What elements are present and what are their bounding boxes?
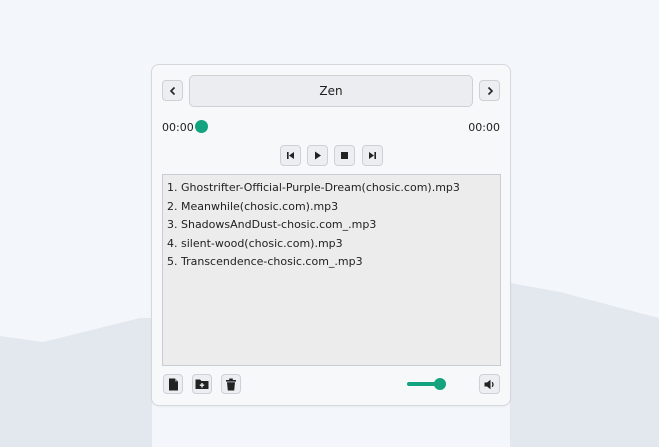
chevron-right-icon [487,86,493,95]
file-icon [168,378,178,390]
list-item[interactable]: 1. Ghostrifter-Official-Purple-Dream(cho… [167,179,496,198]
folder-add-icon [195,379,209,389]
media-player-window: Zen 00:00 00:00 1. Ghostrifter-Official-… [151,64,511,406]
current-time: 00:00 [162,121,194,134]
list-item[interactable]: 5. Transcendence-chosic.com_.mp3 [167,253,496,272]
previous-playlist-button[interactable] [162,80,183,101]
skip-back-icon [287,152,294,159]
play-button[interactable] [307,145,328,166]
skip-back-button[interactable] [280,145,301,166]
seek-slider-handle[interactable] [195,120,208,133]
playlist[interactable]: 1. Ghostrifter-Official-Purple-Dream(cho… [162,174,501,366]
skip-forward-button[interactable] [362,145,383,166]
trash-icon [226,378,236,390]
list-item[interactable]: 2. Meanwhile(chosic.com).mp3 [167,198,496,217]
total-time: 00:00 [468,121,500,134]
next-playlist-button[interactable] [479,80,500,101]
play-icon [315,151,321,160]
skip-forward-icon [369,152,376,159]
delete-button[interactable] [221,374,241,394]
track-title: Zen [319,84,343,98]
list-item[interactable]: 3. ShadowsAndDust-chosic.com_.mp3 [167,216,496,235]
mute-button[interactable] [479,374,500,394]
stop-icon [341,152,348,159]
add-file-button[interactable] [163,374,183,394]
add-folder-button[interactable] [192,374,212,394]
stop-button[interactable] [334,145,355,166]
track-title-display: Zen [189,75,473,107]
list-item[interactable]: 4. silent-wood(chosic.com).mp3 [167,235,496,254]
chevron-left-icon [169,86,175,95]
speaker-icon [484,379,494,389]
volume-slider-handle[interactable] [434,378,446,390]
